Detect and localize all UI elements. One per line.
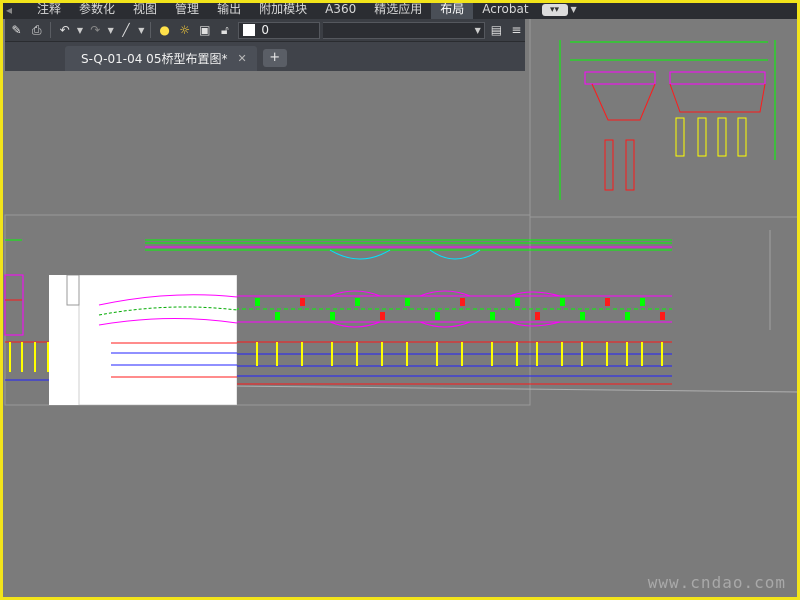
ribbon-minimize-button[interactable]: ▾▾: [541, 3, 568, 16]
tab-layout[interactable]: 布局: [431, 0, 474, 19]
document-tab[interactable]: S-Q-01-04 05桥型布置图* ✕: [65, 46, 257, 71]
quick-toolbar: ✎ ⎙ ↶ ▼ ↷ ▼ ╱ ▼ ● ☼ ▣ 🔓︎ 0 ▼ ▤ ≡: [5, 19, 525, 42]
tab-addins[interactable]: 附加模块: [250, 0, 316, 19]
pier-mark: [580, 312, 585, 320]
sun-icon[interactable]: ☼: [176, 21, 193, 39]
layer-properties-icon[interactable]: ▤: [488, 21, 505, 39]
tab-output[interactable]: 输出: [208, 0, 250, 19]
redo-dropdown-icon[interactable]: ▼: [107, 26, 115, 35]
pier-mark: [330, 312, 335, 320]
tab-a360[interactable]: A360: [316, 0, 365, 19]
undo-dropdown-icon[interactable]: ▼: [76, 26, 84, 35]
toolbar-overflow-icon[interactable]: ≡: [508, 21, 525, 39]
pier-mark: [380, 312, 385, 320]
divider: [50, 22, 52, 38]
pier-mark: [535, 312, 540, 320]
pier-mark: [275, 312, 280, 320]
watermark-text: www.cndao.com: [647, 573, 786, 592]
redo-icon[interactable]: ↷: [87, 21, 104, 39]
pier-mark: [255, 298, 260, 306]
close-icon[interactable]: ✕: [237, 52, 246, 65]
ribbon-overflow[interactable]: ◂: [0, 3, 28, 17]
viewport-content: [66, 274, 238, 406]
undo-icon[interactable]: ↶: [56, 21, 73, 39]
layer-color-swatch: [243, 24, 256, 36]
lightbulb-icon[interactable]: ●: [156, 21, 173, 39]
tab-view[interactable]: 视图: [124, 0, 166, 19]
pier-mark: [625, 312, 630, 320]
pier-mark: [605, 298, 610, 306]
layer-freeze-icon[interactable]: ▣: [196, 21, 213, 39]
tab-featured-apps[interactable]: 精选应用: [365, 0, 431, 19]
pier-mark: [355, 298, 360, 306]
draw-dropdown-icon[interactable]: ▼: [138, 26, 146, 35]
divider: [150, 22, 152, 38]
pier-mark: [405, 298, 410, 306]
document-tab-title: S-Q-01-04 05桥型布置图*: [81, 52, 228, 66]
lock-icon[interactable]: 🔓︎: [216, 21, 233, 39]
properties-icon[interactable]: ✎: [8, 21, 25, 39]
pier-mark: [490, 312, 495, 320]
pier-mark: [515, 298, 520, 306]
tab-manage[interactable]: 管理: [166, 0, 208, 19]
pier-mark: [460, 298, 465, 306]
tab-acrobat[interactable]: Acrobat: [473, 0, 537, 19]
polyline-icon[interactable]: ╱: [117, 21, 134, 39]
pier-mark: [435, 312, 440, 320]
chevron-down-icon[interactable]: ▼: [571, 5, 577, 14]
pier-mark: [300, 298, 305, 306]
pier-section-detail: [529, 16, 799, 330]
layer-dropdown[interactable]: 0: [238, 21, 321, 39]
pier-mark: [560, 298, 565, 306]
layout-viewport-panel[interactable]: [49, 274, 238, 406]
layer-value: 0: [261, 23, 270, 37]
left-partial-view: [4, 239, 24, 336]
print-icon[interactable]: ⎙: [28, 21, 45, 39]
pier-mark: [640, 298, 645, 306]
tab-parametric[interactable]: 参数化: [70, 0, 124, 19]
ribbon-tab-bar: ◂ 注释 参数化 视图 管理 输出 附加模块 A360 精选应用 布局 Acro…: [0, 0, 800, 19]
pier-mark: [660, 312, 665, 320]
document-tab-bar: S-Q-01-04 05桥型布置图* ✕ +: [5, 42, 525, 71]
layer-dropdown-caret[interactable]: ▼: [323, 21, 485, 39]
drawing-canvas[interactable]: [0, 0, 800, 600]
new-tab-button[interactable]: +: [262, 49, 287, 67]
tab-annotate[interactable]: 注释: [28, 0, 70, 19]
